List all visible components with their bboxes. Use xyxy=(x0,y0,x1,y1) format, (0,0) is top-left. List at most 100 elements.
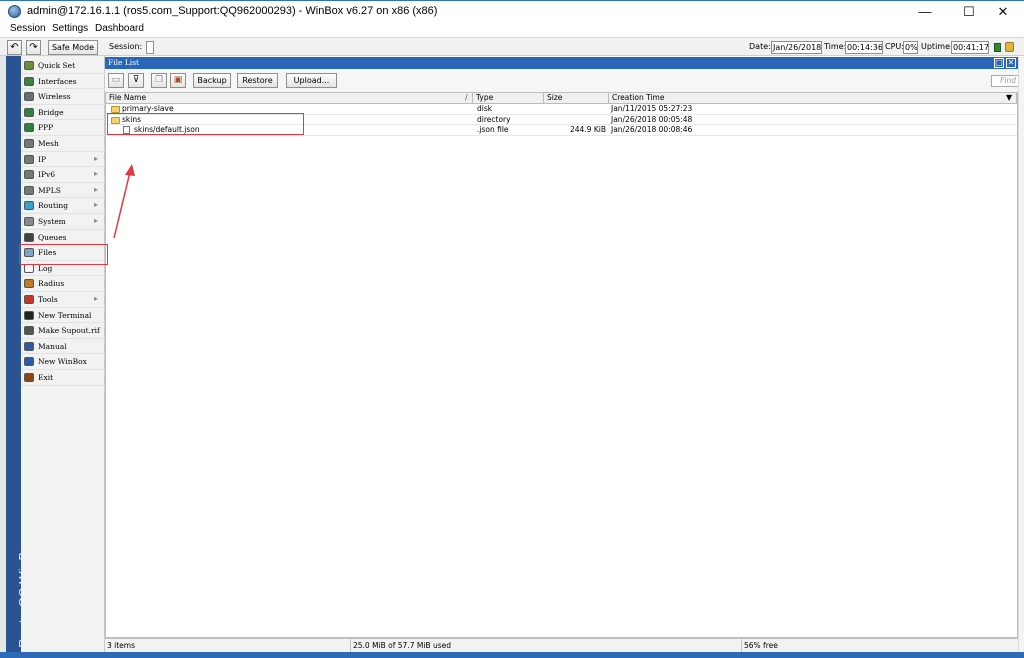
lock-icon[interactable] xyxy=(1005,42,1014,52)
upload-button[interactable]: Upload... xyxy=(286,73,337,88)
sidebar-item-label: Bridge xyxy=(38,107,64,117)
backup-button[interactable]: Backup xyxy=(193,73,231,88)
sidebar-item-routing[interactable]: Routing ▸ xyxy=(21,198,105,214)
cell-time: Jan/26/2018 00:08:46 xyxy=(611,125,693,134)
sidebar-item-queues[interactable]: Queues xyxy=(21,230,105,246)
menu-dashboard[interactable]: Dashboard xyxy=(95,23,144,34)
sidebar-item-label: Wireless xyxy=(38,92,71,102)
sidebar-item-label: Radius xyxy=(38,279,65,289)
winbox-app-icon xyxy=(8,5,21,18)
system-icon xyxy=(24,217,34,226)
right-scrollbar[interactable] xyxy=(1018,57,1024,652)
minimize-button[interactable]: — xyxy=(908,1,942,23)
main-toolbar: ↶ ↷ Safe Mode Session: Date: Jan/26/2018… xyxy=(0,37,1024,56)
queues-icon xyxy=(24,232,34,242)
sidebar-item-exit[interactable]: Exit xyxy=(21,370,105,386)
folder-icon xyxy=(111,106,120,113)
maximize-button[interactable]: ☐ xyxy=(952,1,986,23)
sidebar-item-label: Queues xyxy=(38,232,67,242)
paste-icon[interactable]: ▣ xyxy=(170,73,186,88)
remove-icon[interactable]: ▭ xyxy=(108,73,124,88)
radius-icon xyxy=(24,279,34,289)
file-list-titlebar: File List □ ✕ xyxy=(105,57,1018,69)
restore-button[interactable]: Restore xyxy=(237,73,278,88)
sidebar-item-label: Routing xyxy=(38,201,69,211)
sidebar-item-new-terminal[interactable]: New Terminal xyxy=(21,308,105,324)
sidebar-item-tools[interactable]: Tools ▸ xyxy=(21,292,105,308)
wireless-icon xyxy=(24,92,34,102)
sidebar-item-label: Interfaces xyxy=(38,76,77,86)
sidebar-item-label: IPv6 xyxy=(38,170,56,180)
cpu-value: 0% xyxy=(903,41,918,54)
sidebar-item-quick-set[interactable]: Quick Set xyxy=(21,58,105,74)
file-list-title: File List xyxy=(108,58,140,67)
column-header-size[interactable]: Size xyxy=(544,93,609,104)
file-list-restore-icon[interactable]: □ xyxy=(994,58,1004,68)
sidebar-item-mpls[interactable]: MPLS ▸ xyxy=(21,183,105,199)
status-free-space: 56% free xyxy=(744,641,778,650)
sidebar-item-manual[interactable]: Manual xyxy=(21,339,105,355)
sidebar-item-wireless[interactable]: Wireless xyxy=(21,89,105,105)
file-list-close-icon[interactable]: ✕ xyxy=(1006,58,1016,68)
sidebar-item-system[interactable]: System ▸ xyxy=(21,214,105,230)
sidebar-item-mesh[interactable]: Mesh xyxy=(21,136,105,152)
annotation-arrow-icon xyxy=(113,164,135,239)
wand-icon xyxy=(24,61,34,70)
sort-indicator-icon: / xyxy=(465,93,468,102)
column-menu-chevron-icon[interactable]: ▼ xyxy=(1006,93,1012,102)
interfaces-icon xyxy=(24,76,34,86)
sidebar-item-label: Log xyxy=(38,263,53,273)
ipv6-icon xyxy=(24,170,34,180)
undo-icon[interactable]: ↶ xyxy=(7,40,22,55)
filter-icon[interactable]: ⊽ xyxy=(128,73,144,88)
copy-icon[interactable]: ❐ xyxy=(151,73,167,88)
sidebar-item-label: Make Supout.rif xyxy=(38,326,100,336)
menu-settings[interactable]: Settings xyxy=(52,23,88,34)
supout-icon xyxy=(24,326,34,336)
find-input[interactable]: Find xyxy=(991,75,1019,87)
menu-bar: Session Settings Dashboard xyxy=(0,22,1024,37)
submenu-arrow-icon: ▸ xyxy=(93,153,98,163)
sidebar-item-make-supout-rif[interactable]: Make Supout.rif xyxy=(21,323,105,339)
sidebar-item-label: Manual xyxy=(38,341,67,351)
bottom-band xyxy=(0,652,1024,658)
close-button[interactable]: ✕ xyxy=(986,1,1020,23)
sidebar-item-interfaces[interactable]: Interfaces xyxy=(21,74,105,90)
tools-icon xyxy=(24,295,34,304)
redo-icon[interactable]: ↷ xyxy=(26,40,41,55)
ip-icon xyxy=(24,154,34,164)
cell-time: Jan/11/2015 05:27:23 xyxy=(611,104,693,113)
submenu-arrow-icon: ▸ xyxy=(93,169,98,179)
sidebar-item-ipv6[interactable]: IPv6 ▸ xyxy=(21,167,105,183)
column-header-type[interactable]: Type xyxy=(473,93,544,104)
menu-session[interactable]: Session xyxy=(10,23,46,34)
file-list-toolbar: ▭ ⊽ ❐ ▣ Backup Restore Upload... Find xyxy=(105,69,1019,92)
annotation-box-files xyxy=(19,244,108,265)
session-field[interactable] xyxy=(146,41,154,54)
sidebar-item-label: Tools xyxy=(38,295,58,304)
submenu-arrow-icon: ▸ xyxy=(93,294,98,303)
safe-mode-button[interactable]: Safe Mode xyxy=(48,40,98,55)
cell-type: disk xyxy=(477,104,493,113)
sidebar-item-radius[interactable]: Radius xyxy=(21,276,105,292)
uptime-label: Uptime: xyxy=(921,42,953,51)
date-label: Date: xyxy=(749,42,771,51)
exit-icon xyxy=(24,373,34,382)
sidebar-item-label: System xyxy=(38,217,66,226)
time-value: 00:14:36 xyxy=(845,41,883,54)
sidebar-item-bridge[interactable]: Bridge xyxy=(21,105,105,121)
title-bar: admin@172.16.1.1 (ros5.com_Support:QQ962… xyxy=(0,0,1024,22)
cell-type: directory xyxy=(477,114,511,124)
sidebar-item-label: Mesh xyxy=(38,139,59,148)
column-header-file-name[interactable]: File Name xyxy=(106,93,473,104)
sidebar-menu: Quick Set Interfaces Wireless Bridge PPP Mesh… xyxy=(21,56,105,652)
sidebar-item-ppp[interactable]: PPP xyxy=(21,120,105,136)
status-bar: 3 items 25.0 MiB of 57.7 MiB used 56% fr… xyxy=(105,638,1018,652)
session-label: Session: xyxy=(109,42,143,51)
brand-strip: RouterOS WinBox xyxy=(6,56,31,652)
status-led-icon xyxy=(994,43,1001,52)
sidebar-item-label: Exit xyxy=(38,373,54,382)
sidebar-item-ip[interactable]: IP ▸ xyxy=(21,152,105,168)
sidebar-item-new-winbox[interactable]: New WinBox xyxy=(21,354,105,370)
column-header-creation-time[interactable]: Creation Time xyxy=(609,93,1017,104)
